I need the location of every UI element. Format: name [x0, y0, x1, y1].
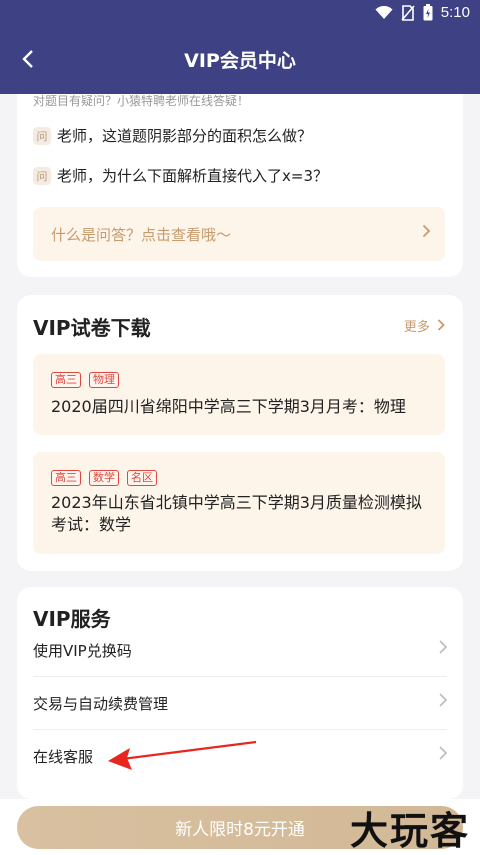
what-is-qa-label: 什么是问答？点击查看哦～ — [51, 226, 232, 244]
chevron-right-icon — [439, 746, 448, 764]
qa-card: 对题目有疑问？小猿特聘老师在线答疑！ 问 老师，这道题阴影部分的面积怎么做？ 问… — [17, 94, 463, 277]
row-label: 在线客服 — [33, 747, 94, 766]
page-title: VIP会员中心 — [184, 50, 296, 72]
tag-group: 高三 数学 名区 — [51, 470, 157, 486]
row-label: 交易与自动续费管理 — [33, 694, 169, 713]
qa-question: 问 老师，这道题阴影部分的面积怎么做？ — [33, 125, 312, 146]
redeem-code-row[interactable]: 使用VIP兑换码 — [33, 624, 448, 676]
tag-group: 高三 物理 — [51, 372, 119, 388]
question-icon: 问 — [33, 166, 51, 185]
qa-question: 问 老师，为什么下面解析直接代入了x=3？ — [33, 165, 328, 186]
paper-title: 2020届四川省绵阳中学高三下学期3月月考：物理 — [51, 397, 406, 416]
online-support-row[interactable]: 在线客服 — [33, 730, 448, 782]
no-sim-icon — [401, 4, 415, 21]
watermark-logo: 大玩客 — [349, 809, 470, 853]
chevron-right-icon — [437, 319, 445, 331]
vip-services-card: VIP服务 使用VIP兑换码 交易与自动续费管理 在线客服 — [17, 587, 463, 799]
more-label: 更多 — [403, 320, 430, 335]
battery-icon — [423, 4, 433, 21]
more-link[interactable]: 更多 — [404, 316, 445, 335]
qa-intro: 对题目有疑问？小猿特聘老师在线答疑！ — [33, 94, 250, 108]
status-icons: 5:10 — [375, 4, 470, 21]
chevron-right-icon — [439, 693, 448, 711]
qa-question-text: 老师，为什么下面解析直接代入了x=3？ — [57, 167, 328, 185]
paper-item[interactable]: 高三 物理 2020届四川省绵阳中学高三下学期3月月考：物理 — [33, 354, 445, 435]
subscription-management-row[interactable]: 交易与自动续费管理 — [33, 677, 448, 729]
navbar: VIP会员中心 — [0, 28, 480, 94]
wifi-icon — [375, 5, 393, 19]
grade-tag: 高三 — [51, 470, 81, 486]
vip-paper-download-card: VIP试卷下载 更多 高三 物理 2020届四川省绵阳中学高三下学期3月月考：物… — [17, 295, 463, 571]
status-time: 5:10 — [440, 4, 470, 21]
chevron-right-icon — [439, 640, 448, 658]
row-label: 使用VIP兑换码 — [33, 641, 132, 660]
qa-question-text: 老师，这道题阴影部分的面积怎么做？ — [57, 127, 313, 145]
region-tag: 名区 — [127, 470, 157, 486]
grade-tag: 高三 — [51, 372, 81, 388]
what-is-qa-link[interactable]: 什么是问答？点击查看哦～ — [33, 207, 445, 261]
section-heading: VIP试卷下载 — [33, 316, 151, 340]
content-scroll[interactable]: 对题目有疑问？小猿特聘老师在线答疑！ 问 老师，这道题阴影部分的面积怎么做？ 问… — [0, 94, 480, 799]
subject-tag: 数学 — [89, 470, 119, 486]
subject-tag: 物理 — [89, 372, 119, 388]
question-icon: 问 — [33, 126, 51, 145]
paper-item[interactable]: 高三 数学 名区 2023年山东省北镇中学高三下学期3月质量检测模拟考试：数学 — [33, 452, 445, 554]
paper-title: 2023年山东省北镇中学高三下学期3月质量检测模拟考试：数学 — [51, 493, 422, 534]
chevron-right-icon — [422, 223, 431, 242]
status-bar: 5:10 — [0, 0, 480, 28]
